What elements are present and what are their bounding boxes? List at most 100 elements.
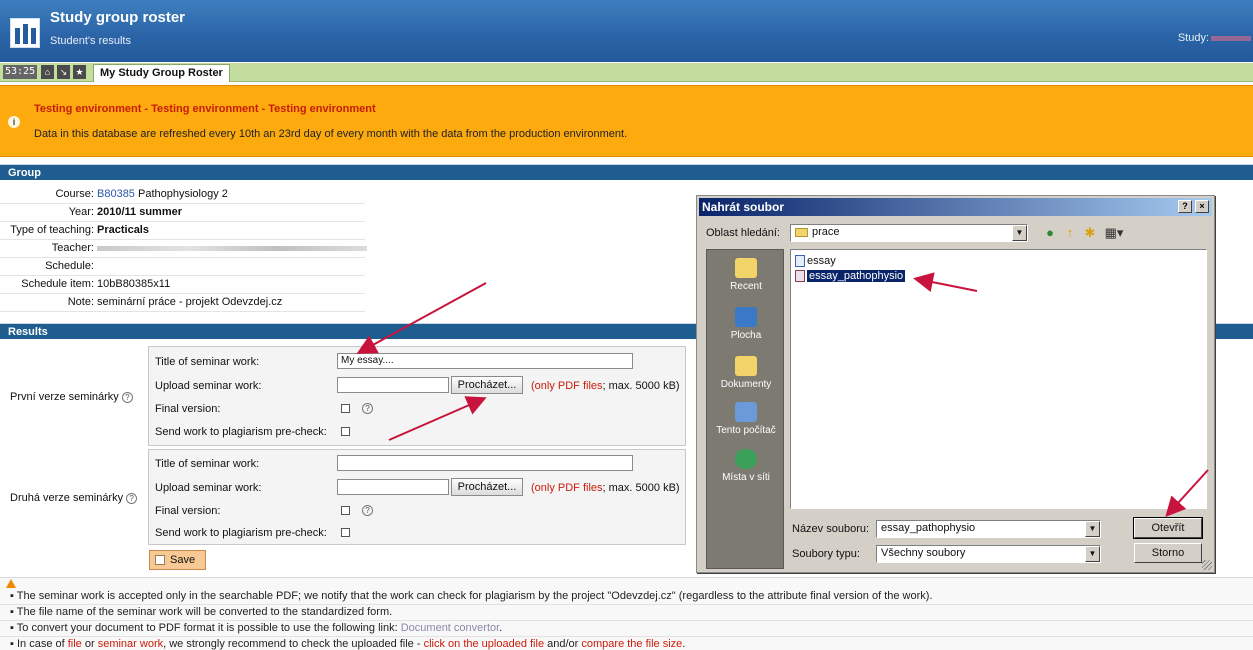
upload-file-input[interactable] <box>337 479 449 495</box>
divider <box>0 604 1253 605</box>
chevron-down-icon[interactable]: ▼ <box>1085 521 1100 537</box>
file-item[interactable]: essay <box>795 254 836 268</box>
new-folder-icon[interactable]: ✱ <box>1082 225 1098 241</box>
browse-button[interactable]: Procházet... <box>451 478 523 496</box>
note-text: or <box>84 638 95 650</box>
version-2-label: Druhá verze seminárky? <box>10 492 138 504</box>
title-input[interactable]: My essay.... <box>337 353 633 369</box>
home-icon[interactable]: ⌂ <box>41 65 54 79</box>
size-hint: ; max. 5000 kB) <box>602 380 680 392</box>
star-icon[interactable]: ★ <box>73 65 86 79</box>
study-value-redacted <box>1211 36 1251 41</box>
click-uploaded-file-link[interactable]: click on the uploaded file <box>424 638 544 650</box>
app-header: Study group roster Student's results Stu… <box>0 0 1253 62</box>
version-1-label: První verze seminárky? <box>10 391 133 403</box>
note-text: . <box>499 622 503 634</box>
place-label: Plocha <box>730 330 762 341</box>
warning-body: Data in this database are refreshed ever… <box>34 128 628 140</box>
course-name: Pathophysiology 2 <box>138 188 228 200</box>
info-row-schedule-item: Schedule item: 10bB80385x11 <box>0 276 365 294</box>
place-documents[interactable]: Dokumenty <box>707 356 785 390</box>
word-document-icon <box>795 255 805 268</box>
help-icon[interactable]: ? <box>362 403 373 414</box>
version-1-label-text: První verze seminárky <box>10 391 119 403</box>
plagiarism-label: Send work to plagiarism pre-check: <box>155 527 327 539</box>
place-recent[interactable]: Recent <box>707 258 785 292</box>
note-text: To convert your document to PDF format i… <box>16 622 398 634</box>
upload-hint: (only PDF files; max. 5000 kB) <box>531 482 680 494</box>
tab-bar: 53:25 ⌂ ↘ ★ My Study Group Roster <box>0 63 1253 82</box>
help-icon[interactable]: ? <box>126 492 138 504</box>
note-text: and/or <box>547 638 579 650</box>
course-code-link[interactable]: B80385 <box>97 188 135 200</box>
plagiarism-checkbox[interactable] <box>341 427 350 436</box>
help-button[interactable]: ? <box>1178 200 1192 213</box>
pdf-only-hint: (only PDF files <box>531 380 603 392</box>
document-convertor-link[interactable]: Document convertor <box>401 622 499 634</box>
down-arrow-icon[interactable]: ↘ <box>57 65 70 79</box>
help-icon[interactable]: ? <box>121 391 133 403</box>
study-label: Study: <box>1177 32 1209 44</box>
arrow-to-title-input <box>356 282 487 354</box>
note-check-upload: ▪ In case of file or seminar work, we st… <box>10 638 686 650</box>
up-folder-icon[interactable]: ↑ <box>1062 225 1078 241</box>
dialog-title-bar[interactable]: Nahrát soubor ? × <box>699 198 1212 216</box>
recent-folder-icon <box>735 258 757 278</box>
title-input[interactable] <box>337 455 633 471</box>
desktop-icon <box>735 307 757 327</box>
browse-button[interactable]: Procházet... <box>451 376 523 394</box>
note-text: In case of <box>16 638 65 650</box>
place-desktop[interactable]: Plocha <box>707 307 785 341</box>
note-text: , we strongly recommend to check the upl… <box>163 638 421 650</box>
place-label: Dokumenty <box>720 379 772 390</box>
place-my-computer[interactable]: Tento počítač <box>707 402 785 436</box>
view-menu-icon[interactable]: ▦▾ <box>1102 225 1126 241</box>
filename-value: essay_pathophysio <box>881 522 976 534</box>
document-icon <box>795 270 805 283</box>
tab-my-study-group-roster[interactable]: My Study Group Roster <box>93 64 230 82</box>
final-version-label: Final version: <box>155 403 221 415</box>
look-in-value: prace <box>812 226 840 238</box>
info-label: Schedule item: <box>21 278 94 290</box>
look-in-label: Oblast hledání: <box>706 227 780 239</box>
compare-file-size-link[interactable]: compare the file size <box>581 638 682 650</box>
app-logo-icon <box>10 18 40 48</box>
final-version-checkbox[interactable] <box>341 506 350 515</box>
help-icon[interactable]: ? <box>362 505 373 516</box>
info-label: Course: <box>55 188 94 200</box>
open-button[interactable]: Otevřít <box>1133 517 1203 539</box>
testing-environment-banner: i Testing environment - Testing environm… <box>0 85 1253 157</box>
session-timer: 53:25 <box>3 65 38 79</box>
size-hint: ; max. 5000 kB) <box>602 482 680 494</box>
final-version-label: Final version: <box>155 505 221 517</box>
info-value: Practicals <box>97 224 149 236</box>
version-1-form: Title of seminar work: My essay.... Uplo… <box>148 346 686 446</box>
title-label: Title of seminar work: <box>155 458 260 470</box>
filename-input[interactable]: essay_pathophysio ▼ <box>876 520 1101 538</box>
note-text: The file name of the seminar work will b… <box>16 606 393 618</box>
filetype-select[interactable]: Všechny soubory ▼ <box>876 545 1101 563</box>
seminar-work-link[interactable]: seminar work <box>98 638 163 650</box>
info-row-schedule: Schedule: <box>0 258 365 276</box>
chevron-down-icon[interactable]: ▼ <box>1012 225 1027 241</box>
upload-hint: (only PDF files; max. 5000 kB) <box>531 380 680 392</box>
chevron-down-icon[interactable]: ▼ <box>1085 546 1100 562</box>
network-globe-icon <box>735 449 757 469</box>
close-button[interactable]: × <box>1195 200 1209 213</box>
place-label: Tento počítač <box>716 425 776 436</box>
info-row-course: Course: B80385 Pathophysiology 2 <box>0 186 365 204</box>
back-icon[interactable]: ● <box>1042 225 1058 241</box>
final-version-checkbox[interactable] <box>341 404 350 413</box>
plagiarism-checkbox[interactable] <box>341 528 350 537</box>
documents-folder-icon <box>735 356 757 376</box>
resize-grip[interactable] <box>1202 560 1212 570</box>
place-label: Místa v síti <box>722 472 770 483</box>
version-2-label-text: Druhá verze seminárky <box>10 492 124 504</box>
cancel-button[interactable]: Storno <box>1134 543 1202 563</box>
place-network[interactable]: Místa v síti <box>707 449 785 483</box>
save-button[interactable]: Save <box>149 550 206 570</box>
file-link[interactable]: file <box>68 638 82 650</box>
file-item-selected[interactable]: essay_pathophysio <box>795 269 906 283</box>
upload-file-input[interactable] <box>337 377 449 393</box>
look-in-select[interactable]: prace ▼ <box>790 224 1028 242</box>
